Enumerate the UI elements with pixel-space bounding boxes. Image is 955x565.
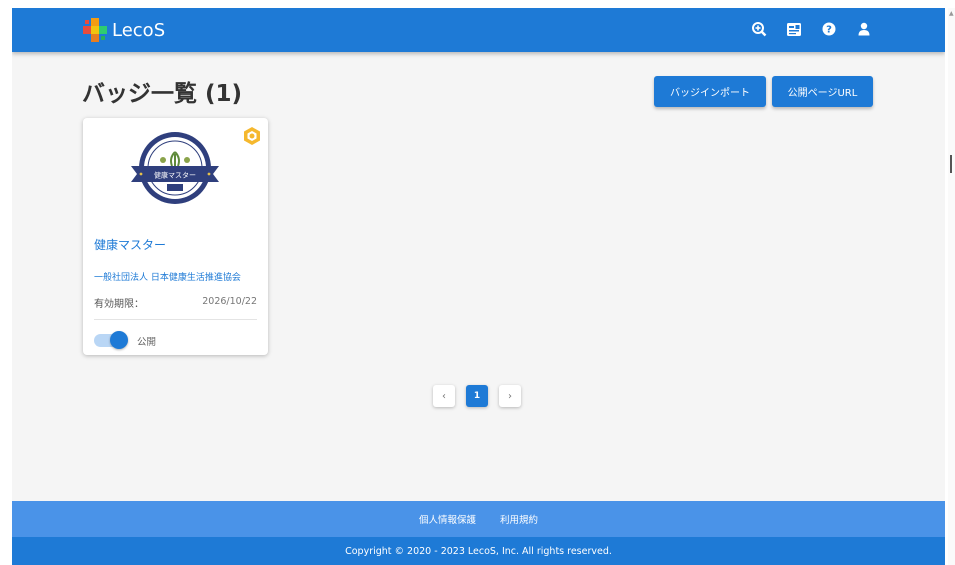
badge-import-button[interactable]: バッジインポート xyxy=(654,76,766,107)
public-toggle[interactable] xyxy=(94,331,128,349)
svg-text:?: ? xyxy=(826,25,832,36)
toggle-knob xyxy=(110,331,128,349)
copyright-text: Copyright © 2020 - 2023 LecoS, Inc. All … xyxy=(12,537,945,565)
privacy-policy-link[interactable]: 個人情報保護 xyxy=(419,512,476,526)
lecos-logo-icon xyxy=(83,18,107,42)
logo-text: LecoS xyxy=(112,19,166,41)
card-divider xyxy=(94,319,257,320)
public-page-url-button[interactable]: 公開ページURL xyxy=(772,76,873,107)
badge-image[interactable]: 健康マスター xyxy=(127,130,223,210)
badge-image-title: 健康マスター xyxy=(154,171,196,180)
badge-name[interactable]: 健康マスター xyxy=(94,236,166,253)
terms-of-use-link[interactable]: 利用規約 xyxy=(500,512,538,526)
expiry-value: 2026/10/22 xyxy=(202,296,257,307)
footer-links: 個人情報保護 利用規約 xyxy=(12,501,945,537)
user-icon[interactable] xyxy=(855,19,873,39)
page-scrollbar[interactable]: ▲ xyxy=(948,8,955,565)
badge-issuer[interactable]: 一般社団法人 日本健康生活推進協会 xyxy=(94,270,241,283)
badge-card[interactable]: 健康マスター 健康マスター 一般社団法人 日本健康生活推進協会 有効期限： 20… xyxy=(83,118,268,355)
page-title: バッジ一覧 (1) xyxy=(82,81,243,107)
id-card-icon[interactable] xyxy=(785,19,803,39)
pagination-next-button[interactable]: › xyxy=(499,385,521,407)
search-plus-icon[interactable] xyxy=(750,19,768,39)
scroll-up-arrow-icon[interactable]: ▲ xyxy=(949,10,954,17)
expiry-label: 有効期限： xyxy=(94,299,144,310)
help-icon[interactable]: ? xyxy=(820,19,838,39)
top-app-bar: LecoS ? xyxy=(12,8,945,52)
pagination-page-1[interactable]: 1 xyxy=(466,385,488,407)
app-window: LecoS ? バッジ一覧 (1) バッジインポート 公開ページURL 健康マス… xyxy=(12,8,945,565)
open-badge-icon xyxy=(244,127,260,145)
logo[interactable]: LecoS xyxy=(82,17,165,43)
pagination-prev-button[interactable]: ‹ xyxy=(433,385,455,407)
resize-handle[interactable] xyxy=(950,155,952,173)
public-toggle-label: 公開 xyxy=(137,337,157,348)
header-actions: ? xyxy=(750,19,873,39)
